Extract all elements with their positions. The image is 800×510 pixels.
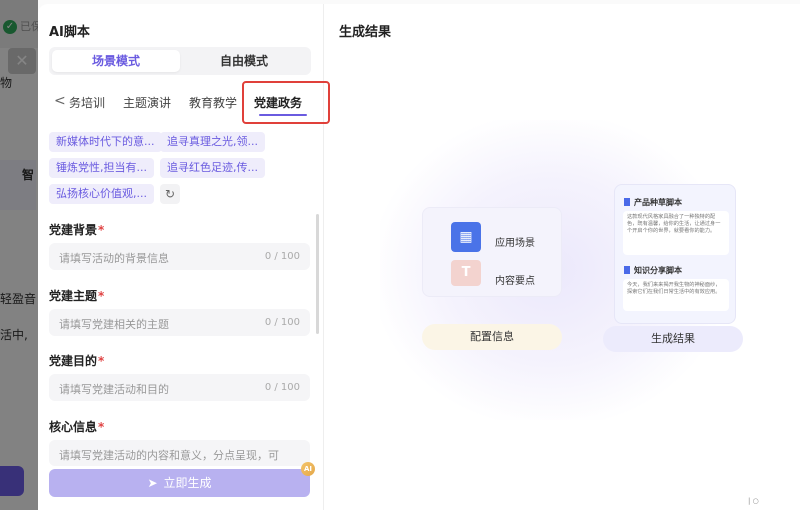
input-placeholder: 请填写活动的背景信息	[59, 252, 169, 265]
scene-label: 应用场景	[495, 238, 535, 249]
refresh-icon[interactable]: ↻	[160, 184, 180, 204]
background-input[interactable]: 请填写活动的背景信息 0 / 100	[49, 243, 310, 270]
field-label-theme: 党建主题*	[49, 287, 104, 304]
generate-button[interactable]: ➤ 立即生成	[49, 469, 310, 497]
bookmark-icon	[624, 198, 630, 206]
category-tab[interactable]: 教育教学	[189, 94, 237, 111]
required-mark: *	[98, 420, 105, 434]
field-label-purpose: 党建目的*	[49, 352, 104, 369]
field-label-text: 党建目的	[49, 354, 98, 368]
scrollbar[interactable]	[316, 214, 319, 334]
suggestion-chip[interactable]: 锤炼党性,担当有...	[49, 158, 154, 178]
category-tab[interactable]: 主题演讲	[123, 94, 171, 111]
char-count: 0 / 100	[264, 251, 300, 262]
config-illustration-card: ▦ 应用场景 T 内容要点	[422, 207, 562, 297]
config-panel: AI脚本 场景模式 自由模式 < 务培训 主题演讲 教育教学 党建政务 新媒体时…	[38, 4, 330, 510]
field-label-text: 党建主题	[49, 289, 98, 303]
ai-badge-icon: AI	[301, 462, 315, 476]
result-card-text: 今天，我们来来揭开我生物的神秘面纱，探索它们在我们日常生活中的有效应用。	[623, 279, 729, 311]
mode-switch: 场景模式 自由模式	[49, 47, 311, 75]
corner-indicator: | ○	[748, 497, 759, 505]
suggestion-chip[interactable]: 弘扬核心价值观,...	[49, 184, 154, 204]
purpose-input[interactable]: 请填写党建活动和目的 0 / 100	[49, 374, 310, 401]
result-card-heading: 产品种草脚本	[624, 197, 682, 208]
result-card-heading: 知识分享脚本	[624, 265, 682, 276]
result-card-title: 知识分享脚本	[634, 266, 682, 275]
theme-input[interactable]: 请填写党建相关的主题 0 / 100	[49, 309, 310, 336]
tab-scene-mode[interactable]: 场景模式	[52, 50, 180, 72]
suggestion-chip[interactable]: 新媒体时代下的意...	[49, 132, 162, 152]
result-illustration-card: 产品种草脚本 这款现代风格家具融合了一种独特的配色，既有温馨，给你的生活，让通过…	[614, 184, 736, 324]
tab-free-mode[interactable]: 自由模式	[180, 50, 308, 72]
modal-title: AI脚本	[49, 25, 90, 40]
input-placeholder: 请填写党建活动的内容和意义，分点呈现，可	[59, 449, 279, 462]
required-mark: *	[98, 223, 105, 237]
send-icon: ➤	[147, 476, 158, 490]
points-label: 内容要点	[495, 276, 535, 287]
modal-backdrop[interactable]	[0, 0, 38, 510]
field-label-text: 党建背景	[49, 223, 98, 237]
config-info-tag: 配置信息	[422, 324, 562, 350]
generated-result-tag: 生成结果	[603, 326, 743, 352]
input-placeholder: 请填写党建相关的主题	[59, 318, 169, 331]
result-card-text: 这款现代风格家具融合了一种独特的配色，既有温馨，给你的生活，让通过身一个开启个你…	[623, 211, 729, 255]
char-count: 0 / 100	[264, 317, 300, 328]
field-label-text: 核心信息	[49, 420, 98, 434]
result-title: 生成结果	[339, 25, 392, 40]
highlight-box	[242, 81, 330, 124]
field-label-background: 党建背景*	[49, 221, 104, 238]
required-mark: *	[98, 289, 105, 303]
field-label-core-info: 核心信息*	[49, 418, 104, 435]
bookmark-icon	[624, 266, 630, 274]
chevron-left-icon[interactable]: <	[54, 93, 66, 109]
core-info-input[interactable]: 请填写党建活动的内容和意义，分点呈现，可	[49, 440, 310, 466]
generate-button-label: 立即生成	[163, 476, 212, 490]
result-card-title: 产品种草脚本	[634, 198, 682, 207]
suggestion-chip[interactable]: 追寻红色足迹,传...	[160, 158, 265, 178]
text-icon: T	[451, 260, 481, 286]
required-mark: *	[98, 354, 105, 368]
presentation-icon: ▦	[451, 222, 481, 252]
suggestion-chip[interactable]: 追寻真理之光,领...	[160, 132, 265, 152]
input-placeholder: 请填写党建活动和目的	[59, 383, 169, 396]
category-tab[interactable]: 务培训	[69, 94, 105, 111]
char-count: 0 / 100	[264, 382, 300, 393]
